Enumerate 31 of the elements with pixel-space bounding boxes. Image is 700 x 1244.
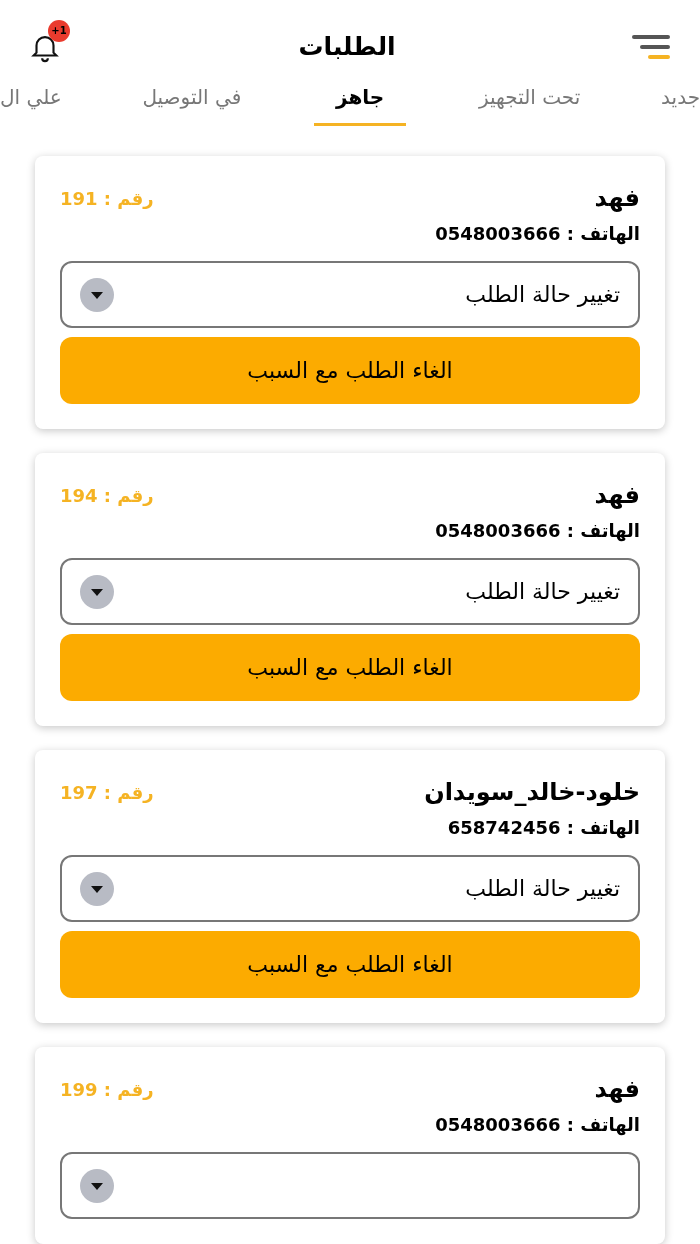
cancel-order-button[interactable]: الغاء الطلب مع السبب (60, 634, 640, 701)
phone-number: الهاتف : 0548003666 (434, 222, 640, 247)
page-title: الطلبات (298, 30, 396, 63)
dropdown-caret-icon (80, 277, 114, 312)
status-dropdown[interactable]: تغيير حالة الطلب (60, 261, 640, 328)
phone-number: الهاتف : 0548003666 (434, 519, 640, 544)
tab[interactable]: في التوصيل (120, 70, 264, 126)
phone-number: الهاتف : 658742456 (446, 816, 640, 841)
tab[interactable]: جديد (653, 70, 700, 126)
dropdown-caret-icon (80, 574, 114, 609)
phone-number: الهاتف : 0548003666 (434, 1113, 640, 1138)
status-dropdown[interactable]: تغيير حالة الطلب (60, 558, 640, 625)
order-number: رقم : 194 (60, 483, 154, 508)
cancel-order-button[interactable]: الغاء الطلب مع السبب (60, 337, 640, 404)
status-dropdown[interactable] (60, 1152, 640, 1219)
cancel-order-button[interactable]: الغاء الطلب مع السبب (60, 931, 640, 998)
customer-name: فهد (594, 480, 640, 511)
customer-name: فهد (594, 1074, 640, 1105)
order-number: رقم : 199 (60, 1077, 154, 1102)
customer-name: خلود-خالد_سويدان (424, 777, 640, 808)
status-dropdown[interactable]: تغيير حالة الطلب (60, 855, 640, 922)
customer-name: فهد (594, 183, 640, 214)
notification-badge: +1 (48, 19, 70, 42)
menu-icon[interactable] (632, 32, 672, 61)
tab[interactable]: علي ال (0, 70, 70, 126)
order-number: رقم : 191 (60, 186, 154, 211)
tab[interactable]: جاهز (313, 70, 407, 126)
dropdown-caret-icon (80, 871, 114, 906)
dropdown-caret-icon (80, 1168, 114, 1203)
tab[interactable]: تحت التجهيز (456, 70, 603, 126)
order-number: رقم : 197 (60, 780, 154, 805)
